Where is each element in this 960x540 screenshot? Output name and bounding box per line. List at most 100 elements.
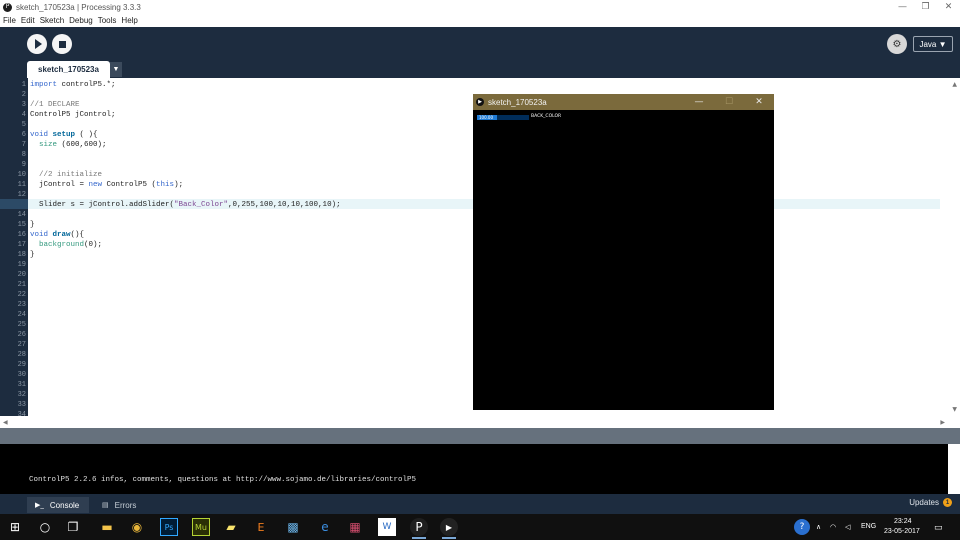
tab-errors-label: Errors (114, 500, 137, 510)
scroll-up-arrow-icon[interactable]: ▲ (952, 81, 957, 88)
line-number: 18 (17, 251, 26, 259)
windows-start-icon[interactable]: ⊞ (6, 518, 24, 536)
line-number: 3 (21, 101, 26, 109)
console-message: ControlP5 2.2.6 infos, comments, questio… (29, 476, 417, 484)
window-controls: — ❐ ✕ (891, 0, 960, 14)
code-line[interactable]: import controlP5.*; (30, 80, 116, 90)
sketch-output-window[interactable]: ▶ sketch_170523a — ☐ ✕ 100.00 BACK_COLOR (473, 94, 774, 410)
restore-button[interactable]: ❐ (914, 0, 937, 14)
network-icon[interactable]: ◠ (830, 523, 836, 531)
debug-button[interactable]: ⚙ (887, 34, 907, 54)
menu-help[interactable]: Help (119, 16, 139, 25)
processing-app-icon: P (3, 2, 12, 12)
code-line[interactable]: void draw(){ (30, 230, 84, 240)
scroll-left-arrow-icon[interactable]: ◀ (3, 419, 957, 426)
menu-debug[interactable]: Debug (67, 16, 95, 25)
line-number: 23 (17, 301, 26, 309)
code-line[interactable]: //1 DECLARE (30, 100, 80, 110)
code-token: } (30, 251, 35, 259)
line-number: 2 (21, 91, 26, 99)
sketch-running-icon[interactable]: ▶ (440, 518, 458, 539)
line-number: 17 (17, 241, 26, 249)
tab-console[interactable]: ▶_ Console (27, 497, 89, 513)
code-line[interactable]: void setup ( ){ (30, 130, 98, 140)
console-scrollbar[interactable] (948, 444, 960, 494)
code-line[interactable]: jControl = new ControlP5 (this); (30, 180, 183, 190)
code-line[interactable]: size (600,600); (30, 140, 107, 150)
code-line[interactable]: } (30, 220, 35, 230)
notification-icon[interactable]: ▭ (934, 522, 943, 533)
stop-icon (58, 40, 66, 48)
errors-icon: ▤ (102, 501, 109, 509)
photos-icon[interactable]: ▩ (284, 518, 302, 536)
close-button[interactable]: ✕ (937, 0, 960, 14)
chrome-icon[interactable]: ◉ (128, 518, 146, 536)
sticky-notes-icon[interactable]: ▰ (222, 518, 240, 536)
tab-errors[interactable]: ▤ Errors (96, 497, 146, 513)
store-icon[interactable]: ▦ (346, 518, 364, 536)
run-button[interactable] (27, 34, 47, 54)
menu-edit[interactable]: Edit (19, 16, 37, 25)
updates-label: Updates (909, 498, 939, 507)
windows-taskbar: ⊞ ○ ❐ ▬ ◉ Ps Mu ▰ E ▩ e ▦ W P ▶ ? ∧ ◠ ◁ ENG 23:24 23-0… (0, 514, 960, 540)
menu-tools[interactable]: Tools (96, 16, 119, 25)
code-token: controlP5.*; (57, 81, 116, 89)
scroll-right-arrow-icon[interactable]: ▶ (940, 419, 945, 426)
console-divider[interactable] (0, 428, 960, 444)
processing-icon[interactable]: P (410, 518, 428, 539)
sketch-maximize-button[interactable]: ☐ (714, 94, 744, 110)
menu-file[interactable]: File (1, 16, 18, 25)
sketch-minimize-button[interactable]: — (684, 94, 714, 110)
code-token: Slider s = jControl.addSlider( (30, 201, 175, 209)
line-number-gutter: 1234567891011121314151617181920212223242… (0, 78, 28, 419)
sketch-window-title: sketch_170523a (488, 97, 547, 107)
scroll-down-arrow-icon[interactable]: ▼ (952, 406, 957, 413)
code-line[interactable]: //2 initialize (30, 170, 102, 180)
mode-selector[interactable]: Java ▼ (913, 36, 953, 52)
volume-icon[interactable]: ◁ (845, 523, 850, 531)
minimize-button[interactable]: — (891, 0, 914, 14)
line-number: 15 (17, 221, 26, 229)
clock-date[interactable]: 23-05-2017 (884, 528, 920, 535)
line-number: 4 (21, 111, 26, 119)
edge-icon[interactable]: e (316, 518, 334, 536)
code-token: ControlP5 jControl; (30, 111, 116, 119)
code-line[interactable]: Slider s = jControl.addSlider("Back_Colo… (30, 200, 341, 210)
code-token: size (39, 141, 58, 149)
input-language[interactable]: ENG (861, 523, 876, 530)
editor-vertical-scrollbar[interactable]: ▲ ▼ (948, 78, 960, 416)
updates-indicator[interactable]: Updates 1 (909, 498, 952, 507)
line-number: 8 (21, 151, 26, 159)
console-output: ControlP5 2.2.6 infos, comments, questio… (0, 444, 948, 494)
muse-icon[interactable]: Mu (192, 518, 210, 536)
tray-chevron-icon[interactable]: ∧ (816, 523, 821, 531)
app-e-icon[interactable]: E (252, 518, 270, 536)
clock-time[interactable]: 23:24 (894, 518, 912, 525)
code-line[interactable]: background(0); (30, 240, 102, 250)
line-number: 14 (17, 211, 26, 219)
editor-horizontal-scrollbar[interactable]: ◀ ▶ (0, 416, 960, 428)
photoshop-icon[interactable]: Ps (160, 518, 178, 536)
code-line[interactable]: ControlP5 jControl; (30, 110, 116, 120)
menu-sketch[interactable]: Sketch (38, 16, 66, 25)
task-view-icon[interactable]: ❐ (64, 518, 82, 536)
cortana-search-icon[interactable]: ○ (36, 518, 54, 536)
line-number: 19 (17, 261, 26, 269)
back-color-slider[interactable]: 100.00 (477, 115, 529, 120)
help-tray-icon[interactable]: ? (794, 519, 810, 535)
screen: P sketch_170523a | Processing 3.3.3 — ❐ … (0, 0, 960, 540)
code-line[interactable]: } (30, 250, 35, 260)
file-explorer-icon[interactable]: ▬ (98, 518, 116, 536)
sketch-close-button[interactable]: ✕ (744, 94, 774, 110)
line-number: 31 (17, 381, 26, 389)
tab-sketch[interactable]: sketch_170523a (27, 61, 110, 78)
code-token: setup (52, 131, 76, 139)
footer-bar: ▶_ Console ▤ Errors Updates 1 (0, 494, 960, 514)
code-token: import (30, 81, 58, 89)
word-icon[interactable]: W (378, 518, 396, 536)
tab-menu-button[interactable]: ▼ (110, 62, 122, 77)
sketch-window-title-bar[interactable]: ▶ sketch_170523a — ☐ ✕ (473, 94, 774, 110)
stop-button[interactable] (52, 34, 72, 54)
code-token: "Back_Color" (174, 201, 229, 209)
